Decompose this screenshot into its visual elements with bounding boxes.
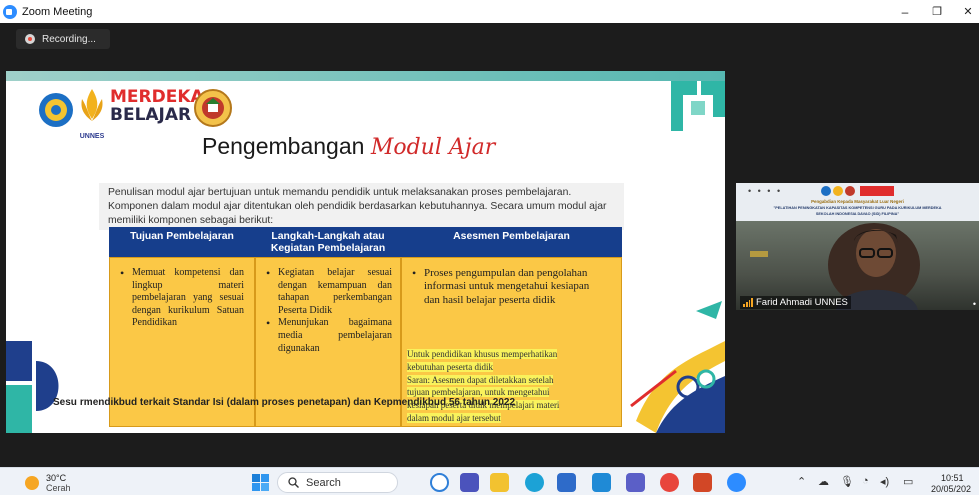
- table-header-asesmen: Asesmen Pembelajaran: [401, 227, 622, 257]
- taskbar-search-box[interactable]: Search: [277, 472, 398, 493]
- left-corner-decoration-icon: [6, 341, 59, 433]
- tujuan-item: Memuat kompetensi dan lingkup materi pem…: [114, 267, 244, 330]
- window-title: Zoom Meeting: [22, 5, 93, 18]
- table-header-langkah: Langkah-Langkah atau Kegiatan Pembelajar…: [255, 227, 401, 257]
- taskbar-app-edge-icon[interactable]: [525, 473, 544, 492]
- footer-part-a: Sesu: [53, 397, 77, 408]
- note-line-2: kebutuhan peserta didik: [407, 361, 493, 372]
- asesmen-item: Proses pengumpulan dan pengolahan inform…: [406, 267, 591, 307]
- langkah-item-2: Menunjukan bagaimana media pembelajaran …: [260, 317, 392, 355]
- footer-part-b: rmendikbud terkait Standar Isi (dalam pr…: [79, 397, 516, 408]
- more-options-icon[interactable]: •: [973, 299, 976, 309]
- note-line-1: Untuk pendidikan khusus memperhatikan: [407, 349, 558, 359]
- shared-screen-slide: UNNES MERDEKA BELAJAR Pengembangan Modul…: [6, 71, 725, 433]
- langkah-item-1: Kegiatan belajar sesuai dengan kemampuan…: [260, 267, 392, 317]
- windows-start-icon[interactable]: [252, 474, 269, 491]
- tray-wifi-icon[interactable]: ◔: [862, 475, 869, 487]
- sun-weather-icon[interactable]: [22, 473, 42, 493]
- taskbar-app-file-explorer-icon[interactable]: [490, 473, 509, 492]
- slide-title-highlight: Modul Ajar: [370, 135, 496, 160]
- belajar-word: BELAJAR: [110, 105, 192, 125]
- signal-strength-icon: [743, 298, 753, 307]
- taskbar-app-mail-icon[interactable]: [592, 473, 611, 492]
- note-line-4: tujuan pembelajaran, untuk mengetahui: [407, 387, 550, 398]
- recording-label: Recording...: [42, 33, 96, 45]
- clock-date[interactable]: 20/05/202: [931, 484, 971, 494]
- clock-time[interactable]: 10:51: [941, 473, 964, 483]
- participant-name: Farid Ahmadi UNNES: [756, 297, 848, 308]
- video-background-banner: • • • • Pengabdian Kepada Masyarakat Lua…: [736, 183, 979, 221]
- banner-line-2: SEKOLAH INDONESIA DAVAO (SID) FILIPINA": [815, 212, 900, 216]
- weather-temperature[interactable]: 30°C: [46, 473, 66, 483]
- zoom-logo-icon: [3, 4, 17, 19]
- recording-icon: [25, 34, 35, 44]
- intro-paragraph: Penulisan modul ajar bertujuan untuk mem…: [99, 183, 624, 230]
- tut-wuri-logo-icon: [39, 93, 73, 127]
- taskbar-app-powerpoint-icon[interactable]: [693, 473, 712, 492]
- taskbar-app-teams-icon[interactable]: [460, 473, 479, 492]
- close-button[interactable]: ✕: [948, 0, 979, 23]
- table-header-tujuan: Tujuan Pembelajaran: [109, 227, 255, 257]
- banner-dots: • • • •: [748, 186, 783, 196]
- tray-microphone-icon[interactable]: 🎙: [840, 475, 854, 488]
- unnes-logo-icon: [81, 89, 103, 121]
- unnes-logo-text: UNNES: [79, 133, 105, 140]
- right-corner-decoration-icon: [630, 301, 725, 433]
- merdeka-belajar-logo: MERDEKA BELAJAR: [110, 88, 204, 124]
- recording-indicator[interactable]: Recording...: [16, 29, 110, 49]
- tray-onedrive-icon[interactable]: ☁: [818, 475, 829, 488]
- search-label: Search: [306, 476, 341, 489]
- taskbar-app-browser-icon[interactable]: [430, 473, 449, 492]
- windows-taskbar: 30°C Cerah Search ⌃ ☁ 🎙 ◔ ◂) ▭ 10:51 20/…: [0, 467, 979, 495]
- slide-footer: Sesu rmendikbud terkait Standar Isi (dala…: [53, 397, 515, 408]
- intro-line-3: memiliki komponen sebagai berikut:: [108, 215, 274, 226]
- taskbar-app-zoom-icon[interactable]: [727, 473, 746, 492]
- tray-battery-icon[interactable]: ▭: [903, 475, 913, 488]
- intro-line-2: Komponen dalam modul ajar ditentukan ole…: [108, 201, 607, 212]
- banner-title: Pengabdian Kepada Masyarakat Luar Negeri: [811, 199, 904, 204]
- participant-name-label: Farid Ahmadi UNNES: [740, 296, 851, 309]
- tray-volume-icon[interactable]: ◂): [880, 475, 889, 488]
- taskbar-app-onenote-icon[interactable]: [626, 473, 645, 492]
- taskbar-app-store-icon[interactable]: [557, 473, 576, 492]
- intro-line-1: Penulisan modul ajar bertujuan untuk mem…: [108, 187, 572, 198]
- taskbar-app-chrome-icon[interactable]: [660, 473, 679, 492]
- banner-line-1: "PELATIHAN PENINGKATAN KAPASITAS KOMPETE…: [773, 206, 942, 210]
- window-titlebar: Zoom Meeting – ❐ ✕: [0, 0, 979, 23]
- slide-top-band: [6, 71, 725, 81]
- merdeka-word: MERDEKA: [110, 87, 204, 107]
- weather-description[interactable]: Cerah: [46, 483, 71, 493]
- participant-video[interactable]: • • • • Pengabdian Kepada Masyarakat Lua…: [736, 183, 979, 310]
- note-line-3: Saran: Asesmen dapat diletakkan setelah: [407, 374, 554, 385]
- asesmen-note: Untuk pendidikan khusus memperhatikan ke…: [407, 348, 615, 425]
- slide-title: Pengembangan Modul Ajar: [202, 133, 495, 160]
- banner-logos-icon: [821, 186, 894, 196]
- tray-chevron-up-icon[interactable]: ⌃: [797, 475, 806, 488]
- search-icon: [288, 477, 299, 488]
- slide-title-plain: Pengembangan: [202, 133, 365, 159]
- school-seal-icon: [194, 89, 232, 127]
- note-line-6: dalam modul ajar tersebut: [407, 412, 501, 423]
- corner-decoration-icon: [671, 81, 725, 131]
- meeting-area: Recording... UNNES MERDEKA BELAJAR Penge…: [0, 23, 979, 467]
